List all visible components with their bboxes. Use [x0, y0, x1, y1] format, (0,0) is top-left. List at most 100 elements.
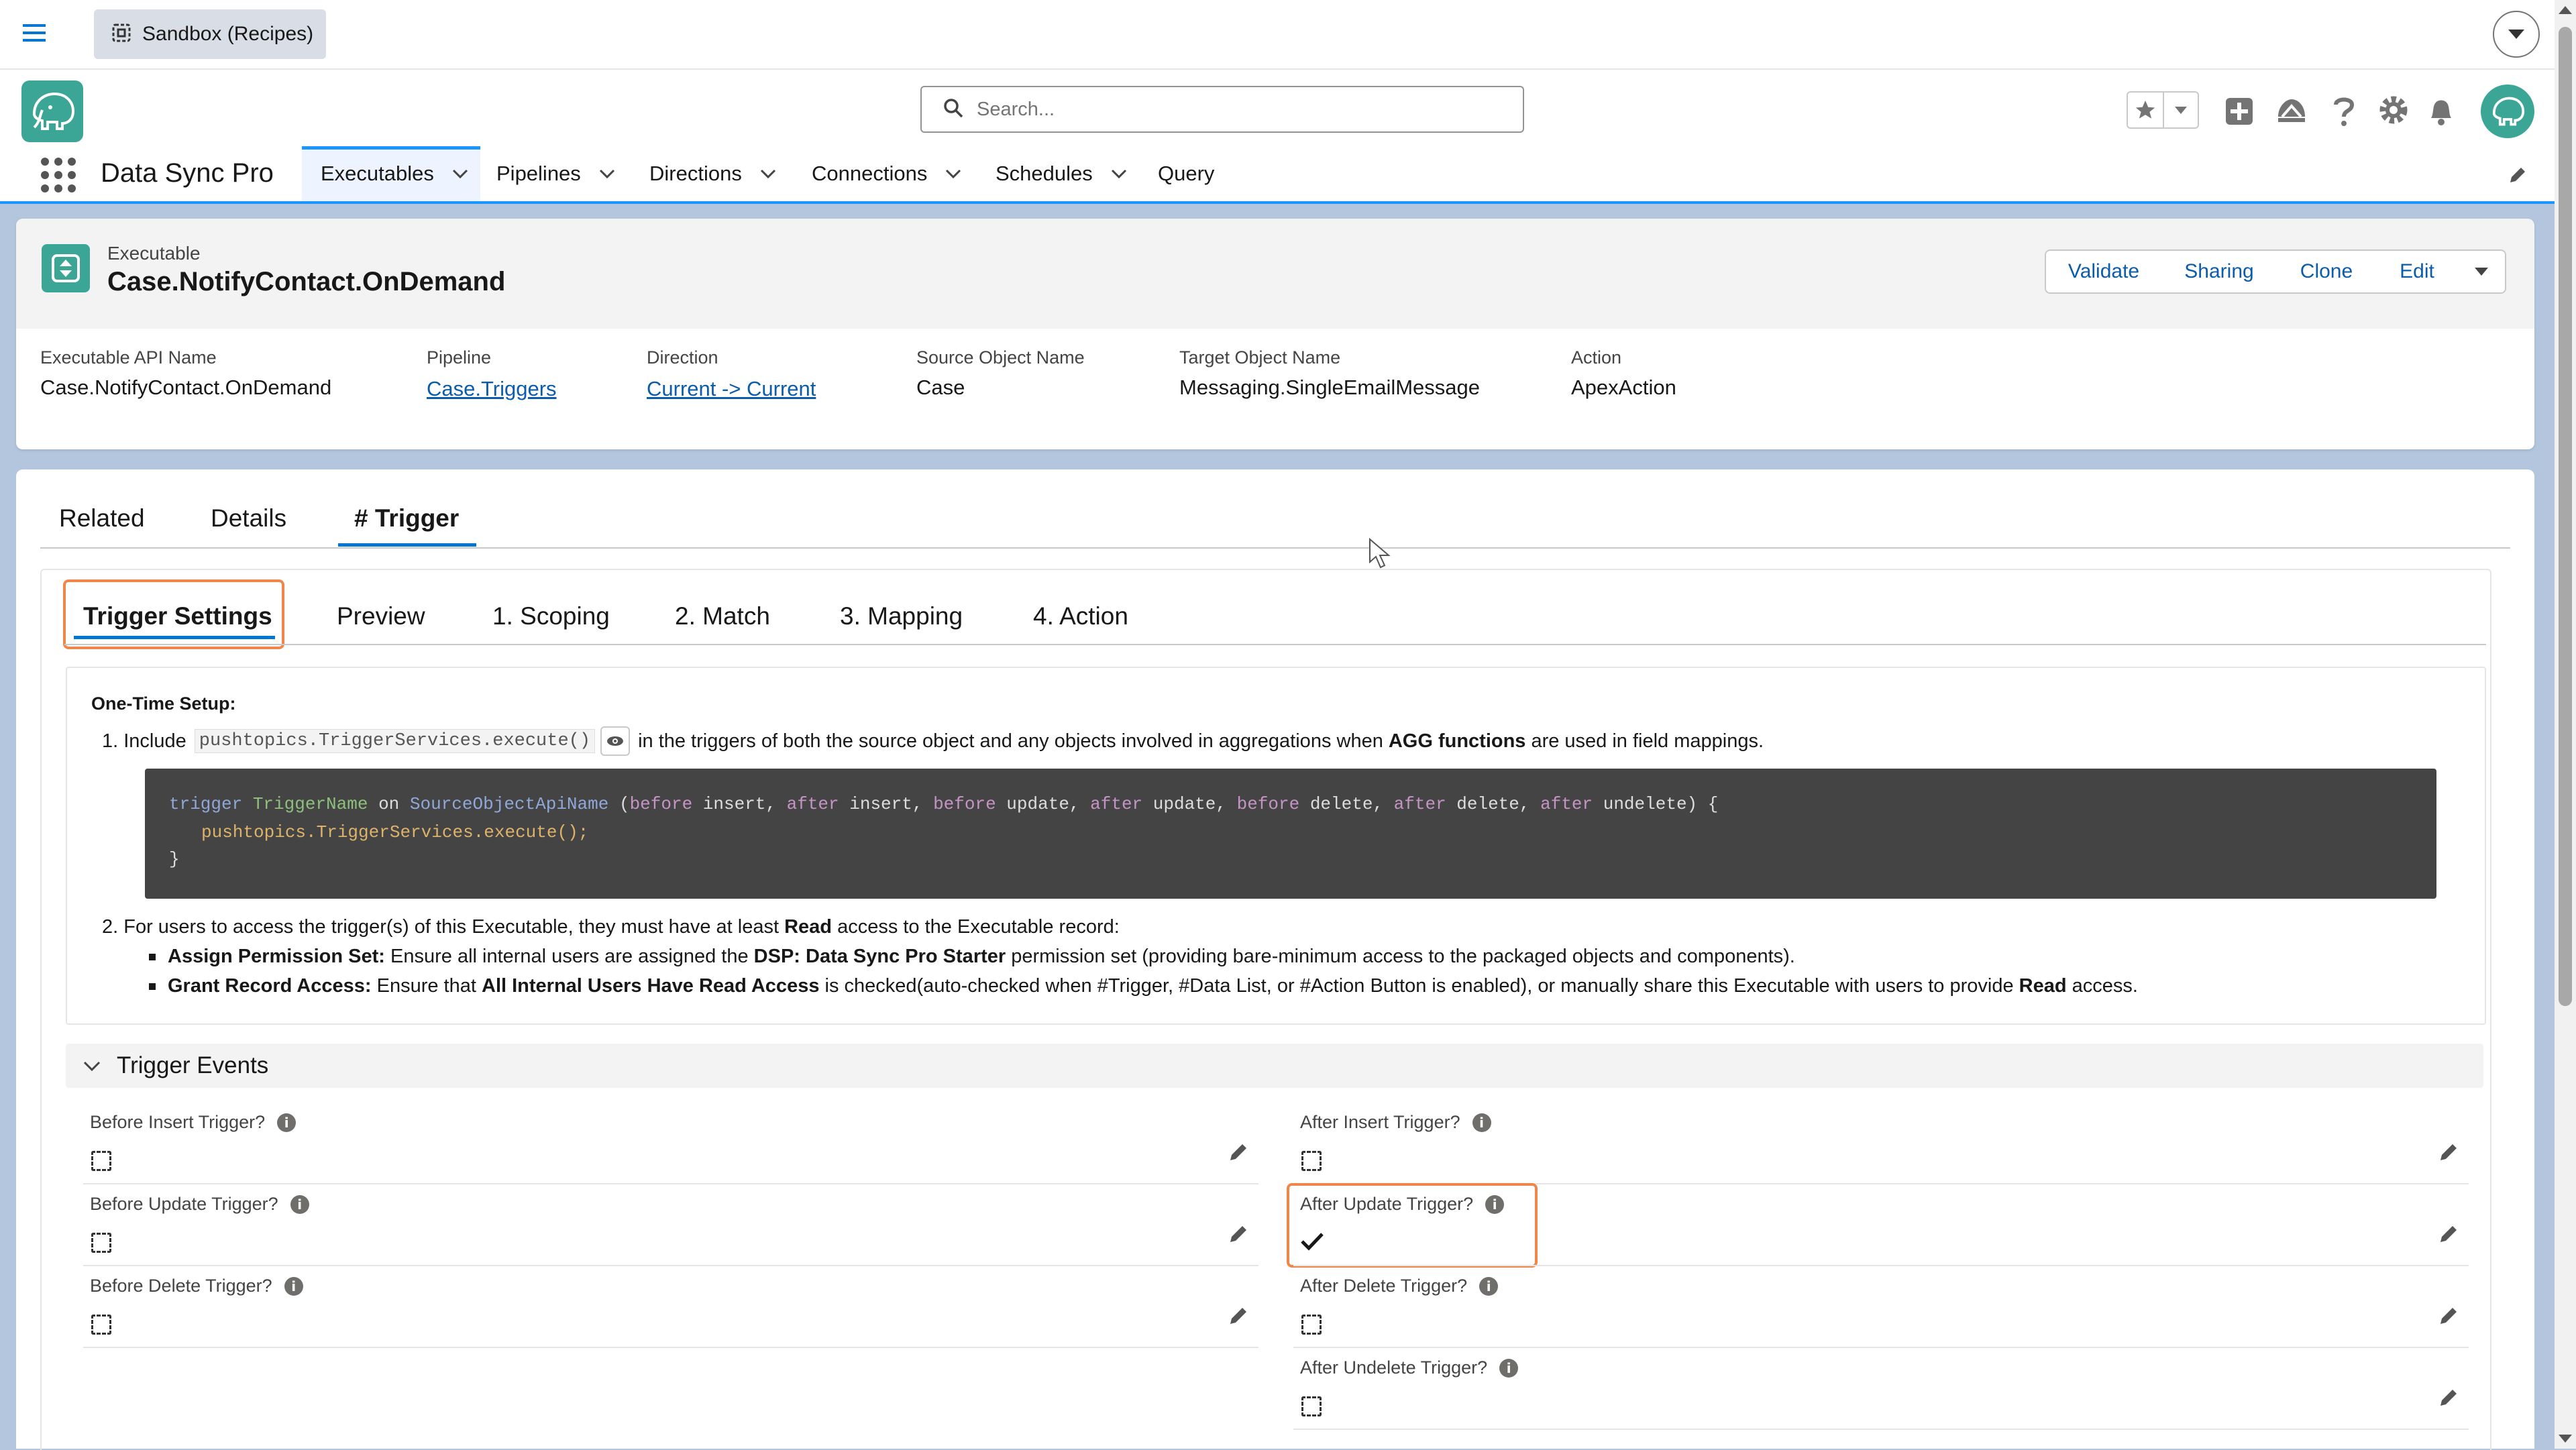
- sandbox-badge[interactable]: Sandbox (Recipes): [94, 9, 326, 59]
- global-search-input[interactable]: Search...: [920, 86, 1524, 133]
- nav-tab-query[interactable]: Query: [1158, 146, 1214, 201]
- org-logo[interactable]: [21, 80, 83, 142]
- subtab-match[interactable]: 2. Match: [675, 602, 770, 630]
- field-label-text: Before Insert Trigger?: [90, 1112, 266, 1132]
- info-icon[interactable]: i: [1485, 1194, 1505, 1214]
- search-placeholder: Search...: [977, 98, 1055, 120]
- field-value-target-object: Messaging.SingleEmailMessage: [1179, 376, 1481, 399]
- tab-details[interactable]: Details: [211, 504, 286, 533]
- step1-prefix: 1. Include: [102, 730, 186, 752]
- before-insert-checkbox[interactable]: [91, 1151, 111, 1171]
- edit-pencil-icon[interactable]: [2438, 1222, 2461, 1245]
- code-line-1: trigger TriggerName on SourceObjectApiNa…: [169, 794, 1719, 814]
- eye-icon: [607, 736, 624, 746]
- field-label-text: Before Update Trigger?: [90, 1194, 278, 1214]
- info-icon[interactable]: i: [284, 1276, 303, 1296]
- help-icon[interactable]: [2330, 94, 2357, 131]
- field-link-pipeline[interactable]: Case.Triggers: [427, 377, 557, 401]
- nav-tab-label: Connections: [812, 162, 928, 185]
- chevron-down-icon[interactable]: [943, 164, 963, 184]
- hamburger-menu-icon[interactable]: [23, 23, 46, 43]
- bullet2-bold: All Internal Users Have Read Access: [482, 975, 820, 997]
- subtab-scoping[interactable]: 1. Scoping: [492, 602, 610, 630]
- gear-icon[interactable]: [2377, 94, 2410, 129]
- field-label-text: After Insert Trigger?: [1300, 1112, 1460, 1132]
- scroll-up-arrow-icon[interactable]: [2557, 4, 2573, 16]
- edit-pencil-icon[interactable]: [1228, 1304, 1250, 1327]
- bullet1-title: Assign Permission Set:: [168, 946, 385, 967]
- before-delete-label: Before Delete Trigger? i: [90, 1276, 303, 1296]
- preview-code-button[interactable]: [600, 726, 631, 756]
- before-delete-checkbox[interactable]: [91, 1315, 111, 1335]
- avatar-elephant-icon: [2492, 97, 2525, 126]
- field-link-direction[interactable]: Current -> Current: [647, 377, 816, 401]
- subtab-preview[interactable]: Preview: [337, 602, 425, 630]
- info-icon[interactable]: i: [1472, 1113, 1491, 1132]
- edit-pencil-icon[interactable]: [2438, 1386, 2461, 1408]
- favorites-chevron-icon[interactable]: [2164, 93, 2198, 127]
- global-actions-icon[interactable]: [2224, 97, 2254, 129]
- tab-related[interactable]: Related: [59, 504, 145, 533]
- app-launcher-icon[interactable]: [40, 157, 76, 197]
- after-insert-checkbox[interactable]: [1301, 1151, 1322, 1171]
- edit-button[interactable]: Edit: [2376, 249, 2459, 294]
- step1-code: pushtopics.TriggerServices.execute(): [194, 729, 596, 753]
- trailhead-icon[interactable]: [2275, 97, 2308, 129]
- row-divider: [83, 1265, 1258, 1266]
- bullet1-text: Ensure all internal users are assigned t…: [390, 946, 749, 967]
- before-insert-label: Before Insert Trigger? i: [90, 1112, 297, 1133]
- edit-pencil-icon[interactable]: [1228, 1140, 1250, 1163]
- page-scrollbar-thumb[interactable]: [2559, 27, 2572, 1006]
- after-update-checkmark-icon[interactable]: [1300, 1231, 1324, 1251]
- edit-pencil-icon[interactable]: [1228, 1222, 1250, 1245]
- bullet2-text: Ensure that: [376, 975, 476, 997]
- notifications-bell-icon[interactable]: [2426, 94, 2457, 129]
- nav-tab-schedules[interactable]: Schedules: [996, 146, 1129, 201]
- app-name: Data Sync Pro: [101, 158, 274, 188]
- bullet2-suffix: access.: [2072, 975, 2138, 997]
- info-icon[interactable]: i: [1499, 1358, 1519, 1378]
- nav-tab-directions[interactable]: Directions: [649, 146, 778, 201]
- field-label-text: Before Delete Trigger?: [90, 1276, 272, 1296]
- user-avatar[interactable]: [2481, 85, 2534, 138]
- code-line-2: pushtopics.TriggerServices.execute();: [201, 822, 589, 842]
- chevron-down-icon[interactable]: [1109, 164, 1129, 184]
- edit-pencil-icon[interactable]: [2438, 1140, 2461, 1163]
- chevron-down-icon[interactable]: [597, 164, 617, 184]
- nav-tab-executables[interactable]: Executables: [321, 146, 470, 201]
- nav-tab-pipelines[interactable]: Pipelines: [496, 146, 617, 201]
- field-label-target-object: Target Object Name: [1179, 347, 1341, 368]
- mouse-cursor-icon: [1368, 537, 1391, 572]
- after-delete-checkbox[interactable]: [1301, 1315, 1322, 1335]
- star-icon[interactable]: [2128, 93, 2164, 127]
- chevron-down-icon: [2508, 30, 2524, 39]
- bullet1-bold: DSP: Data Sync Pro Starter: [753, 946, 1006, 967]
- subtab-mapping[interactable]: 3. Mapping: [840, 602, 963, 630]
- info-icon[interactable]: i: [290, 1194, 309, 1214]
- subtab-trigger-settings[interactable]: Trigger Settings: [83, 602, 272, 630]
- after-undelete-checkbox[interactable]: [1301, 1396, 1322, 1416]
- edit-pencil-icon[interactable]: [2438, 1304, 2461, 1327]
- subtab-active-underline: [74, 636, 275, 639]
- record-object-label: Executable: [107, 243, 201, 264]
- chevron-down-icon[interactable]: [450, 164, 470, 184]
- trigger-events-section-header[interactable]: Trigger Events: [66, 1044, 2483, 1088]
- tab-trigger[interactable]: # Trigger: [354, 504, 459, 533]
- chevron-down-icon[interactable]: [758, 164, 778, 184]
- validate-button[interactable]: Validate: [2045, 249, 2163, 294]
- after-insert-label: After Insert Trigger? i: [1300, 1112, 1491, 1133]
- sharing-button[interactable]: Sharing: [2161, 249, 2278, 294]
- subtab-action[interactable]: 4. Action: [1033, 602, 1128, 630]
- before-update-checkbox[interactable]: [91, 1233, 111, 1253]
- info-icon[interactable]: i: [277, 1113, 297, 1132]
- nav-tab-connections[interactable]: Connections: [812, 146, 963, 201]
- more-actions-button[interactable]: [2458, 249, 2506, 294]
- setup-step-1: 1. Include pushtopics.TriggerServices.ex…: [102, 726, 1764, 756]
- scroll-down-arrow-icon[interactable]: [2557, 1433, 2573, 1445]
- edit-nav-pencil-icon[interactable]: [2508, 165, 2528, 188]
- favorites-button[interactable]: [2127, 91, 2199, 129]
- clone-button[interactable]: Clone: [2277, 249, 2377, 294]
- setup-bullet-2: Grant Record Access: Ensure that All Int…: [149, 975, 2138, 997]
- info-icon[interactable]: i: [1479, 1276, 1499, 1296]
- setup-dropdown-button[interactable]: [2493, 11, 2540, 58]
